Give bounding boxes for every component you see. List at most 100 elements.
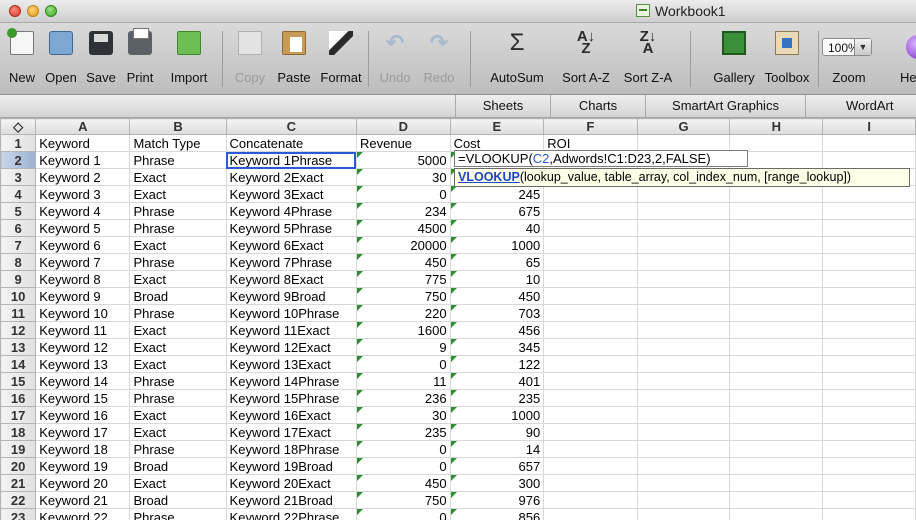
cell-h9[interactable] — [729, 270, 824, 288]
cell-i13[interactable] — [822, 338, 916, 356]
cell-a14[interactable]: Keyword 13 — [35, 355, 131, 373]
cell-c17[interactable]: Keyword 16Exact — [225, 406, 357, 424]
cell-h14[interactable] — [729, 355, 824, 373]
cell-f20[interactable] — [543, 457, 638, 475]
cell-h1[interactable] — [729, 134, 824, 152]
column-header-a[interactable]: A — [35, 118, 131, 135]
cell-e21[interactable]: 300 — [449, 474, 545, 492]
cell-f7[interactable] — [543, 236, 638, 254]
row-header[interactable]: 15 — [0, 372, 37, 390]
cell-b17[interactable]: Exact — [129, 406, 227, 424]
cell-d11[interactable]: 220 — [355, 304, 451, 322]
cell-c9[interactable]: Keyword 8Exact — [225, 270, 357, 288]
row-header[interactable]: 20 — [0, 457, 37, 475]
cell-e6[interactable]: 40 — [449, 219, 545, 237]
cell-i23[interactable] — [822, 508, 916, 520]
cell-b22[interactable]: Broad — [129, 491, 227, 509]
cell-a11[interactable]: Keyword 10 — [35, 304, 131, 322]
cell-a17[interactable]: Keyword 16 — [35, 406, 131, 424]
cell-i11[interactable] — [822, 304, 916, 322]
format-button[interactable]: Format — [320, 27, 362, 91]
import-button[interactable]: Import — [168, 27, 210, 91]
cell-d10[interactable]: 750 — [355, 287, 451, 305]
cell-e1[interactable]: Cost — [449, 134, 545, 152]
tab-wordart[interactable]: WordArt — [805, 95, 916, 117]
cell-h7[interactable] — [729, 236, 824, 254]
cell-g5[interactable] — [636, 202, 731, 220]
cell-d5[interactable]: 234 — [355, 202, 451, 220]
cell-c23[interactable]: Keyword 22Phrase — [225, 508, 357, 520]
cell-c11[interactable]: Keyword 10Phrase — [225, 304, 357, 322]
cell-d20[interactable]: 0 — [355, 457, 451, 475]
cell-b3[interactable]: Exact — [129, 168, 227, 186]
cell-e15[interactable]: 401 — [449, 372, 545, 390]
cell-i14[interactable] — [822, 355, 916, 373]
cell-b19[interactable]: Phrase — [129, 440, 227, 458]
cell-b4[interactable]: Exact — [129, 185, 227, 203]
cell-h12[interactable] — [729, 321, 824, 339]
cell-f1[interactable]: ROI — [543, 134, 638, 152]
cell-f12[interactable] — [543, 321, 638, 339]
cell-d18[interactable]: 235 — [355, 423, 451, 441]
cell-b6[interactable]: Phrase — [129, 219, 227, 237]
cell-g16[interactable] — [636, 389, 731, 407]
cell-i5[interactable] — [822, 202, 916, 220]
cell-d2[interactable]: 5000 — [355, 151, 451, 169]
cell-a7[interactable]: Keyword 6 — [35, 236, 131, 254]
cell-f19[interactable] — [543, 440, 638, 458]
cell-b1[interactable]: Match Type — [129, 134, 227, 152]
cell-a19[interactable]: Keyword 18 — [35, 440, 131, 458]
column-header-h[interactable]: H — [729, 118, 824, 135]
cell-d17[interactable]: 30 — [355, 406, 451, 424]
minimize-window-button[interactable] — [27, 5, 39, 17]
cell-h10[interactable] — [729, 287, 824, 305]
cell-e10[interactable]: 450 — [449, 287, 545, 305]
column-header-g[interactable]: G — [636, 118, 731, 135]
help-button[interactable]: He — [900, 27, 916, 91]
cell-c22[interactable]: Keyword 21Broad — [225, 491, 357, 509]
cell-d14[interactable]: 0 — [355, 355, 451, 373]
cell-f4[interactable] — [543, 185, 638, 203]
row-header[interactable]: 13 — [0, 338, 37, 356]
cell-g12[interactable] — [636, 321, 731, 339]
cell-b21[interactable]: Exact — [129, 474, 227, 492]
row-header[interactable]: 3 — [0, 168, 37, 186]
cell-i9[interactable] — [822, 270, 916, 288]
cell-d3[interactable]: 30 — [355, 168, 451, 186]
cell-e18[interactable]: 90 — [449, 423, 545, 441]
column-header-i[interactable]: I — [822, 118, 916, 135]
cell-h22[interactable] — [729, 491, 824, 509]
cell-f9[interactable] — [543, 270, 638, 288]
cell-f6[interactable] — [543, 219, 638, 237]
cell-a13[interactable]: Keyword 12 — [35, 338, 131, 356]
print-button[interactable]: Print — [124, 27, 156, 91]
cell-e9[interactable]: 10 — [449, 270, 545, 288]
cell-g10[interactable] — [636, 287, 731, 305]
redo-button[interactable]: ↷ Redo — [423, 27, 454, 91]
cell-b9[interactable]: Exact — [129, 270, 227, 288]
cell-d12[interactable]: 1600 — [355, 321, 451, 339]
cell-a9[interactable]: Keyword 8 — [35, 270, 131, 288]
cell-c6[interactable]: Keyword 5Phrase — [225, 219, 357, 237]
cell-h6[interactable] — [729, 219, 824, 237]
cell-i12[interactable] — [822, 321, 916, 339]
cell-e13[interactable]: 345 — [449, 338, 545, 356]
cell-h4[interactable] — [729, 185, 824, 203]
cell-f13[interactable] — [543, 338, 638, 356]
cell-b16[interactable]: Phrase — [129, 389, 227, 407]
cell-b2[interactable]: Phrase — [129, 151, 227, 169]
cell-c7[interactable]: Keyword 6Exact — [225, 236, 357, 254]
cell-c21[interactable]: Keyword 20Exact — [225, 474, 357, 492]
cell-c18[interactable]: Keyword 17Exact — [225, 423, 357, 441]
cell-g20[interactable] — [636, 457, 731, 475]
cell-d6[interactable]: 4500 — [355, 219, 451, 237]
cell-f5[interactable] — [543, 202, 638, 220]
cell-f14[interactable] — [543, 355, 638, 373]
row-header[interactable]: 18 — [0, 423, 37, 441]
column-header-b[interactable]: B — [129, 118, 227, 135]
column-header-c[interactable]: C — [225, 118, 357, 135]
cell-i19[interactable] — [822, 440, 916, 458]
function-help-link[interactable]: VLOOKUP — [458, 170, 520, 184]
cell-e12[interactable]: 456 — [449, 321, 545, 339]
cell-e17[interactable]: 1000 — [449, 406, 545, 424]
